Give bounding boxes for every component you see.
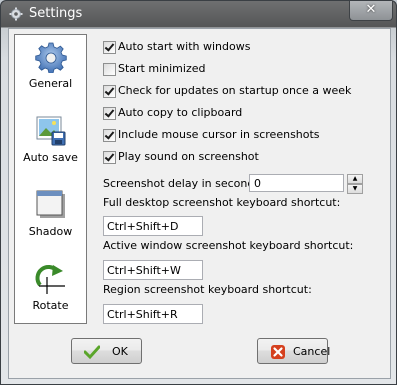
delay-label: Screenshot delay in seconds: [103, 177, 264, 190]
sidebar-item-general[interactable]: General [15, 37, 86, 107]
option-label: Play sound on screenshot [118, 150, 259, 163]
sidebar-item-label: Rotate [32, 299, 69, 312]
window-title: Settings [29, 6, 83, 21]
image-save-icon [36, 116, 66, 146]
settings-sidebar: General Auto save Shadow Rotate [14, 34, 87, 324]
sidebar-item-auto-save[interactable]: Auto save [15, 111, 86, 181]
spin-up-button[interactable]: ▲ [347, 174, 363, 184]
checkbox[interactable] [103, 85, 116, 98]
full-desktop-shortcut-label: Full desktop screenshot keyboard shortcu… [103, 196, 341, 209]
sidebar-item-label: Shadow [28, 225, 73, 238]
option-label: Auto start with windows [118, 40, 251, 53]
full-desktop-shortcut-input[interactable] [103, 216, 203, 236]
active-window-shortcut-input[interactable] [103, 260, 203, 280]
sidebar-item-label: Auto save [23, 151, 78, 164]
option-label: Include mouse cursor in screenshots [118, 128, 320, 141]
cancel-button[interactable]: Cancel [257, 338, 331, 364]
settings-panel: General Auto save Shadow Rotate Auto sta… [8, 28, 391, 379]
option-label: Auto copy to clipboard [118, 106, 243, 119]
region-shortcut-input[interactable] [103, 304, 203, 324]
rotate-icon [35, 265, 65, 294]
checkmark-icon [84, 345, 100, 360]
checkbox[interactable] [103, 63, 116, 76]
checkbox[interactable] [103, 41, 116, 54]
chevron-up-icon: ▲ [352, 175, 358, 182]
option-label: Start minimized [118, 62, 206, 75]
window-shadow-icon [36, 190, 65, 218]
ok-label: OK [112, 345, 128, 358]
active-window-shortcut-label: Active window screenshot keyboard shortc… [103, 239, 354, 252]
checkbox[interactable] [103, 129, 116, 142]
title-bar[interactable]: Settings ✕ [1, 1, 396, 27]
region-shortcut-label: Region screenshot keyboard shortcut: [103, 283, 312, 296]
chevron-down-icon: ▼ [352, 185, 358, 192]
spin-down-button[interactable]: ▼ [347, 184, 363, 194]
delay-spinner[interactable]: ▲ ▼ [249, 174, 369, 194]
cancel-x-icon [271, 345, 285, 359]
checkbox[interactable] [103, 151, 116, 164]
option-label: Check for updates on startup once a week [118, 84, 352, 97]
gear-icon [9, 7, 23, 21]
ok-button[interactable]: OK [71, 338, 142, 364]
delay-input[interactable] [249, 174, 344, 192]
sidebar-item-rotate[interactable]: Rotate [15, 259, 86, 329]
close-button[interactable]: ✕ [349, 1, 393, 21]
sidebar-item-shadow[interactable]: Shadow [15, 185, 86, 255]
checkbox[interactable] [103, 107, 116, 120]
settings-window: Settings ✕ General Auto save Shadow Rota… [0, 0, 397, 385]
close-icon: ✕ [365, 2, 377, 17]
cancel-label: Cancel [293, 345, 331, 358]
gear-icon [35, 42, 67, 73]
sidebar-item-label: General [28, 77, 73, 90]
